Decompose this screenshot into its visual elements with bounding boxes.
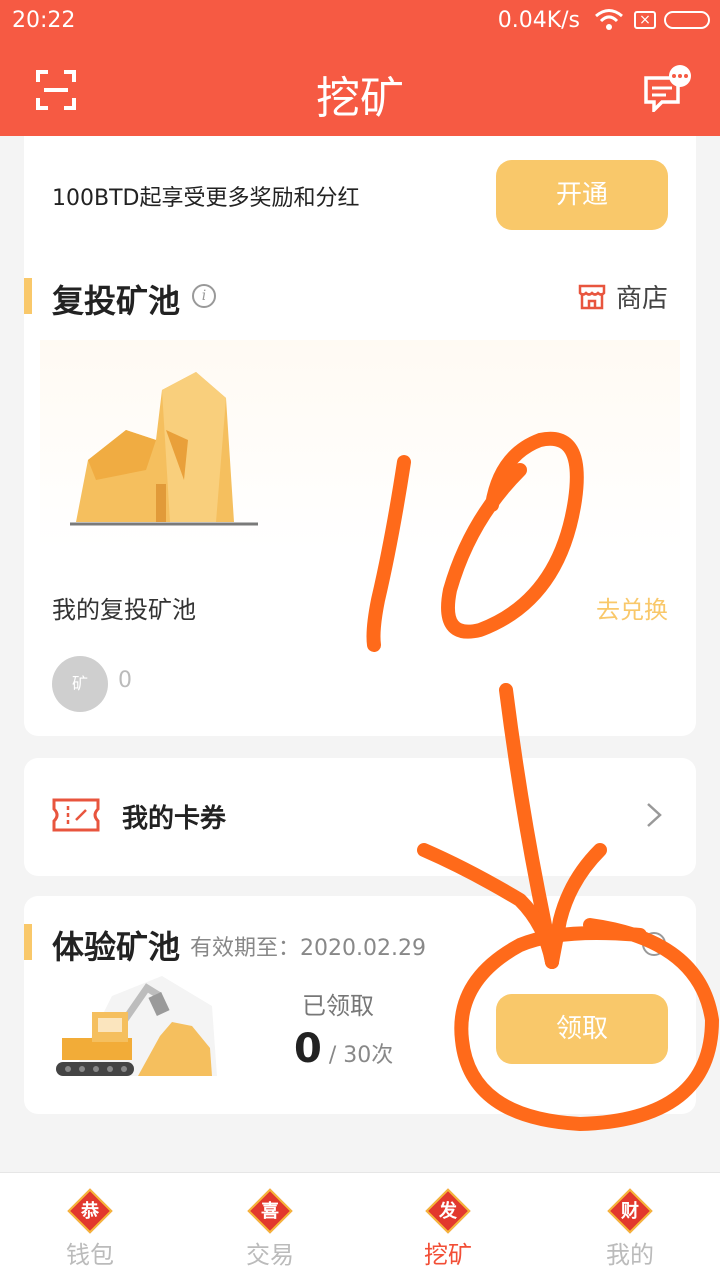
status-bar: 20:22 0.04K/s × (0, 0, 720, 42)
rock-illustration (70, 372, 258, 526)
my-reinvest-pool-label: 我的复投矿池 (52, 596, 196, 624)
premium-pool-description: 100BTD起享受更多奖励和分红 (52, 186, 360, 211)
info-icon[interactable]: i (192, 284, 216, 308)
no-sim-icon: × (634, 11, 656, 29)
mine-coin-icon: 矿 (52, 656, 108, 712)
claimed-label: 已领取 (302, 992, 374, 1020)
tab-wallet[interactable]: 恭 钱包 (30, 1183, 150, 1270)
status-time: 20:22 (12, 8, 76, 33)
my-coupons-label: 我的卡券 (122, 804, 227, 834)
info-icon[interactable]: i (642, 932, 666, 956)
page-title: 挖矿 (316, 73, 404, 124)
wallet-icon: 恭 (67, 1188, 113, 1234)
validity-text: 有效期至：2020.02.29 (190, 936, 426, 961)
claimed-count-value: 0 (294, 1026, 322, 1072)
tab-label: 挖矿 (424, 1241, 472, 1269)
tab-trade[interactable]: 喜 交易 (210, 1183, 330, 1270)
network-speed: 0.04K/s (497, 8, 580, 33)
exchange-link[interactable]: 去兑换 (596, 590, 668, 625)
ticket-icon (52, 798, 100, 832)
tab-label: 我的 (606, 1241, 654, 1269)
wifi-icon (595, 9, 623, 30)
claim-button[interactable]: 领取 (496, 994, 668, 1064)
shop-label: 商店 (616, 284, 669, 314)
battery-icon (664, 11, 710, 29)
open-button[interactable]: 开通 (496, 160, 668, 230)
profile-icon: 财 (607, 1188, 653, 1234)
tab-mining[interactable]: 发 挖矿 (388, 1183, 508, 1270)
tab-label: 钱包 (66, 1241, 114, 1269)
mining-icon: 发 (425, 1188, 471, 1234)
chevron-right-icon (647, 803, 662, 827)
app-bar: 挖矿 (0, 42, 720, 136)
reinvest-pool-title: 复投矿池 (52, 282, 181, 320)
section-marker (24, 278, 32, 314)
section-marker (24, 924, 32, 960)
store-icon (578, 284, 606, 310)
bottom-tab-bar: 恭 钱包 喜 交易 发 挖矿 财 我的 (0, 1172, 720, 1280)
tab-profile[interactable]: 财 我的 (570, 1183, 690, 1270)
shop-link[interactable]: 商店 (578, 278, 669, 314)
claimed-count: 0 / 30次 (294, 1026, 393, 1072)
trial-pool-title: 体验矿池 (52, 928, 181, 966)
trade-icon: 喜 (247, 1188, 293, 1234)
message-icon[interactable] (642, 64, 692, 112)
coin-balance: 0 (118, 668, 132, 693)
claimed-total: / 30次 (321, 1043, 394, 1068)
tab-label: 交易 (246, 1241, 294, 1269)
excavator-illustration (56, 976, 217, 1076)
